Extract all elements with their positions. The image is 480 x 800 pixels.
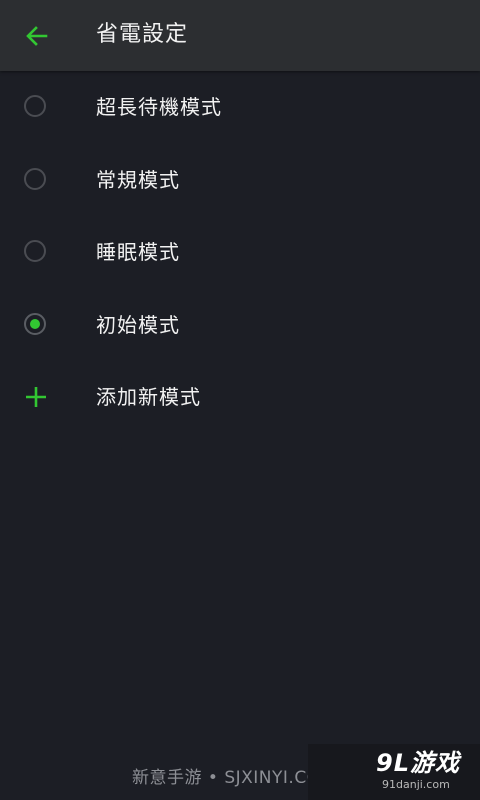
radio-button[interactable] <box>24 167 46 190</box>
back-button[interactable] <box>14 16 60 56</box>
mode-list: 超長待機模式 常規模式 睡眠模式 初始模式 添加新模式 <box>0 71 480 434</box>
arrow-left-icon <box>26 26 48 46</box>
mode-label: 超長待機模式 <box>96 95 222 119</box>
logo-main-text: 9L游戏 <box>376 749 460 777</box>
plus-icon <box>26 387 46 407</box>
mode-item-ultra-standby[interactable]: 超長待機模式 <box>0 71 480 144</box>
radio-button-selected[interactable] <box>24 312 46 335</box>
page-title: 省電設定 <box>96 22 189 47</box>
add-mode-label: 添加新模式 <box>96 385 201 409</box>
radio-selected-dot <box>30 318 40 329</box>
radio-button[interactable] <box>24 240 46 262</box>
mode-label: 常規模式 <box>96 167 180 192</box>
logo-sub-text: 91danji.com <box>382 778 450 791</box>
mode-label: 睡眠模式 <box>96 240 180 264</box>
mode-item-initial[interactable]: 初始模式 <box>0 289 480 362</box>
mode-item-sleep[interactable]: 睡眠模式 <box>0 216 480 289</box>
radio-button[interactable] <box>24 95 46 117</box>
site-logo: 9L游戏 91danji.com <box>308 744 480 800</box>
add-mode-button[interactable]: 添加新模式 <box>0 361 480 434</box>
top-app-bar: 省電設定 <box>0 0 480 71</box>
mode-item-normal[interactable]: 常規模式 <box>0 144 480 217</box>
watermark-text: 新意手游 • SJXINYI.COM <box>132 768 336 788</box>
mode-label: 初始模式 <box>96 312 180 337</box>
